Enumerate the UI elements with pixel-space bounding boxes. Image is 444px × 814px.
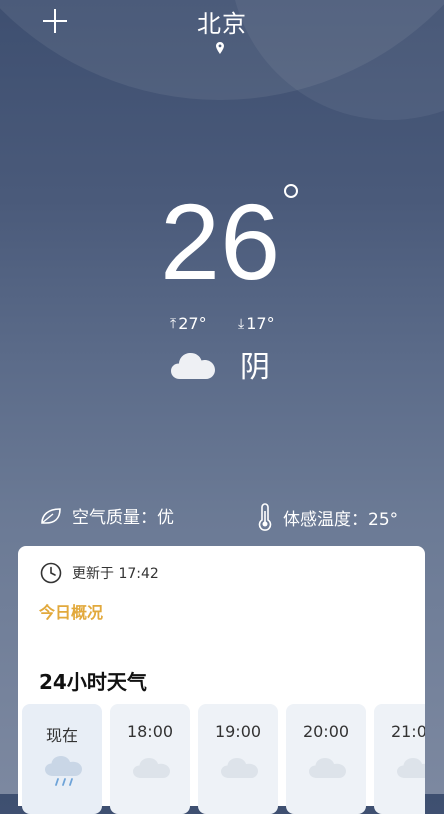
feels-like-text: 体感温度：25° [283, 509, 399, 530]
arrow-down-icon: ⤓ [238, 315, 245, 332]
hour-item[interactable]: 21:00 [374, 704, 425, 814]
thermometer-icon [258, 503, 272, 531]
hour-label: 现在 [45, 726, 78, 745]
air-quality-text: 空气质量：优 [72, 508, 174, 528]
arrow-up-icon: ⤒ [170, 315, 177, 332]
hourly-forecast-title: 24小时天气 [39, 670, 147, 694]
low-temperature-value: 17° [246, 314, 275, 333]
hour-item[interactable]: 19:00 [198, 704, 278, 814]
cloud-icon [309, 758, 346, 778]
hour-label: 20:00 [302, 722, 350, 741]
hourly-forecast-list[interactable]: 现在 18:00 19:00 20:00 21:0 [22, 704, 425, 814]
cloud-icon [171, 353, 215, 379]
degree-symbol [284, 184, 298, 198]
weather-condition: 阴 [170, 342, 270, 386]
feels-like[interactable]: 体感温度：25° [257, 503, 398, 531]
city-name[interactable]: 北京 [0, 4, 444, 39]
cloud-icon [221, 758, 258, 778]
high-temperature-value: 27° [178, 314, 207, 333]
cloud-icon [397, 758, 425, 778]
hour-item[interactable]: 20:00 [286, 704, 366, 814]
update-time-text: 更新于 17:42 [72, 566, 159, 582]
rain-cloud-icon [45, 756, 82, 786]
hour-label: 18:00 [126, 722, 174, 741]
location-pin-icon [216, 42, 224, 54]
update-time: 更新于 17:42 [40, 562, 159, 584]
leaf-icon [41, 507, 61, 524]
high-temperature: ⤒ 27° [170, 314, 207, 333]
hour-item[interactable]: 18:00 [110, 704, 190, 814]
air-quality[interactable]: 空气质量：优 [40, 503, 174, 528]
current-temperature: 26 [160, 181, 281, 302]
clock-icon [40, 562, 62, 584]
hour-label: 21:00 [390, 722, 425, 741]
hour-item-now[interactable]: 现在 [22, 704, 102, 814]
hour-label: 19:00 [214, 722, 262, 741]
low-temperature: ⤓ 17° [238, 314, 275, 333]
weather-card: 更新于 17:42 今日概况 24小时天气 现在 18:00 19:00 20:… [18, 546, 425, 814]
today-overview-title[interactable]: 今日概况 [39, 599, 103, 623]
cloud-icon [133, 758, 170, 778]
condition-text: 阴 [240, 350, 270, 385]
